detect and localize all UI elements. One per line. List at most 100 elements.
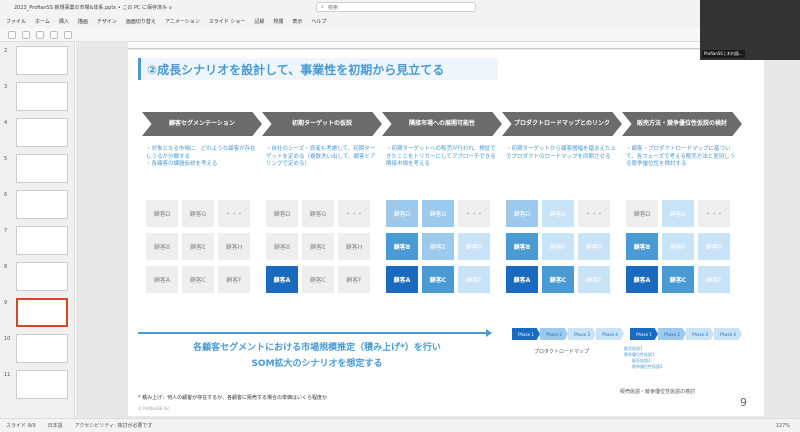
- zoom-level[interactable]: 127%: [776, 423, 790, 429]
- step-chevron: 隣接市場への展開可能性: [382, 112, 502, 136]
- menu-item[interactable]: 画面切り替え: [126, 18, 156, 25]
- customer-cell: 顧客A: [386, 266, 418, 293]
- slide-thumbnail[interactable]: [16, 370, 68, 399]
- slide-thumbnails-panel: 2 3 4 5 6 7 8 9 10 11: [0, 42, 75, 418]
- customer-cell: ・・・: [458, 200, 490, 227]
- menu-item[interactable]: ホーム: [35, 18, 50, 25]
- step-description: ・初期ターゲットへの販売が行われ、検証できたことをトリガーにしてアプローチできる…: [386, 146, 496, 168]
- thumbnail-number: 7: [4, 228, 8, 234]
- phase-chevron: Phase 4: [596, 328, 624, 340]
- slide-thumbnail[interactable]: [16, 298, 68, 327]
- slide-thumbnail[interactable]: [16, 46, 68, 75]
- customer-cell: 顧客D: [266, 200, 298, 227]
- menu-item[interactable]: ヘルプ: [311, 18, 326, 25]
- menu-item[interactable]: 挿入: [59, 18, 69, 25]
- step-chevron: 顧客セグメンテーション: [142, 112, 262, 136]
- customer-cell: 顧客B: [626, 233, 658, 260]
- redo-icon[interactable]: [22, 30, 30, 39]
- customer-cell: 顧客E: [662, 233, 694, 260]
- step-chevron: プロダクトロードマップとのリンク: [502, 112, 622, 136]
- search-box[interactable]: ⌕ 検索: [316, 2, 476, 12]
- customer-cell: 顧客B: [266, 233, 298, 260]
- phase-chevron: Phase 2: [540, 328, 568, 340]
- slide-thumbnail[interactable]: [16, 154, 68, 183]
- menu-item[interactable]: ファイル: [6, 18, 26, 25]
- footnote: * 積み上げ：何人の顧客が存在するか、各顧客に販売する場合の単価はいくら程度か: [138, 395, 327, 401]
- customer-cell: 顧客H: [218, 233, 250, 260]
- thumbnail-number: 4: [4, 120, 8, 126]
- menu-item[interactable]: 校閲: [273, 18, 283, 25]
- customer-cell: ・・・: [698, 200, 730, 227]
- font-icon[interactable]: [50, 30, 58, 39]
- menu-item[interactable]: デザイン: [97, 18, 117, 25]
- customer-cell: 顧客D: [626, 200, 658, 227]
- customer-cell: 顧客H: [698, 233, 730, 260]
- customer-grid: 顧客D 顧客G ・・・ 顧客B 顧客E 顧客H 顧客A 顧客C 顧客F: [146, 200, 256, 300]
- step-chevron: 販売方法・競争優位性仮説の検討: [622, 112, 742, 136]
- customer-cell: 顧客C: [182, 266, 214, 293]
- menu-item[interactable]: 記録: [254, 18, 264, 25]
- thumbnail-number: 2: [4, 48, 8, 54]
- thumbnail-number: 9: [4, 300, 8, 306]
- summary-line-1: 各顧客セグメントにおける市場規模推定（積み上げ*）を行い: [193, 343, 441, 353]
- thumbnail-number: 11: [4, 372, 11, 378]
- customer-cell: 顧客H: [578, 233, 610, 260]
- customer-cell: 顧客H: [338, 233, 370, 260]
- search-icon: ⌕: [321, 4, 324, 10]
- copyright: © ProfianSS Inc.: [138, 406, 171, 411]
- slide-thumbnail[interactable]: [16, 118, 68, 147]
- ruler: [128, 42, 740, 49]
- step-description: ・自社のシーズ・資産も考慮して、初期ターゲットを定める（複数洗い出して、顧客ヒア…: [266, 146, 376, 168]
- format-icon[interactable]: [36, 30, 44, 39]
- phase-chevron: Phase 3: [686, 328, 714, 340]
- menu-item[interactable]: 表示: [292, 18, 302, 25]
- customer-cell: 顧客F: [218, 266, 250, 293]
- page-number: 9: [740, 396, 747, 409]
- customer-cell: 顧客D: [146, 200, 178, 227]
- customer-cell: 顧客G: [662, 200, 694, 227]
- menu-bar: ファイル ホーム 挿入 描画 デザイン 画面切り替え アニメーション スライド ショー 記録 校閲…: [0, 14, 800, 28]
- accessibility-status[interactable]: アクセシビリティ: 検討が必要です: [75, 422, 153, 429]
- thumbnail-number: 10: [4, 336, 11, 342]
- thumbnail-number: 8: [4, 264, 8, 270]
- bold-icon[interactable]: [64, 30, 72, 39]
- phase-chevron: Phase 1: [512, 328, 540, 340]
- customer-cell: 顧客F: [698, 266, 730, 293]
- menu-item[interactable]: スライド ショー: [209, 18, 246, 25]
- webcam-label: ProfianSS | 木村昌...: [702, 50, 745, 58]
- customer-cell: 顧客B: [146, 233, 178, 260]
- step-description: ・対象となる市場に、どのような顧客が存在しうるか分類する ・各顧客の課題仮説を考…: [146, 146, 256, 168]
- language: 日本語: [47, 423, 63, 429]
- menu-item[interactable]: アニメーション: [165, 18, 200, 25]
- menu-item[interactable]: 描画: [78, 18, 88, 25]
- slide-thumbnail[interactable]: [16, 262, 68, 291]
- slide-thumbnail[interactable]: [16, 190, 68, 219]
- roadmap-label: プロダクトロードマップ: [534, 349, 590, 355]
- slide-thumbnail[interactable]: [16, 82, 68, 111]
- customer-cell: 顧客B: [386, 233, 418, 260]
- customer-cell: 顧客G: [182, 200, 214, 227]
- customer-cell: 顧客F: [458, 266, 490, 293]
- ribbon-toolbar: [0, 28, 800, 42]
- customer-cell: 顧客E: [422, 233, 454, 260]
- phase-row: Phase 1 Phase 2 Phase 3 Phase 4: [512, 328, 624, 340]
- phase-chevron: Phase 2: [658, 328, 686, 340]
- customer-grid: 顧客D 顧客G ・・・ 顧客B 顧客E 顧客H 顧客A 顧客C 顧客F: [626, 200, 736, 300]
- customer-cell: 顧客E: [302, 233, 334, 260]
- customer-cell: 顧客B: [506, 233, 538, 260]
- search-placeholder: 検索: [327, 4, 338, 11]
- undo-icon[interactable]: [8, 30, 16, 39]
- customer-cell: 顧客H: [458, 233, 490, 260]
- slide-thumbnail[interactable]: [16, 226, 68, 255]
- customer-cell: 顧客A: [506, 266, 538, 293]
- slide-canvas[interactable]: ②成長シナリオを設計して、事業性を初期から見立てる 顧客セグメンテーション 初期タ…: [128, 50, 764, 416]
- customer-cell: 顧客G: [422, 200, 454, 227]
- customer-cell: 顧客A: [146, 266, 178, 293]
- slide-thumbnail[interactable]: [16, 334, 68, 363]
- customer-cell: ・・・: [578, 200, 610, 227]
- customer-cell: 顧客D: [506, 200, 538, 227]
- phase-chevron: Phase 3: [568, 328, 596, 340]
- customer-cell: 顧客E: [182, 233, 214, 260]
- thumbnail-number: 6: [4, 192, 8, 198]
- customer-cell: 顧客C: [422, 266, 454, 293]
